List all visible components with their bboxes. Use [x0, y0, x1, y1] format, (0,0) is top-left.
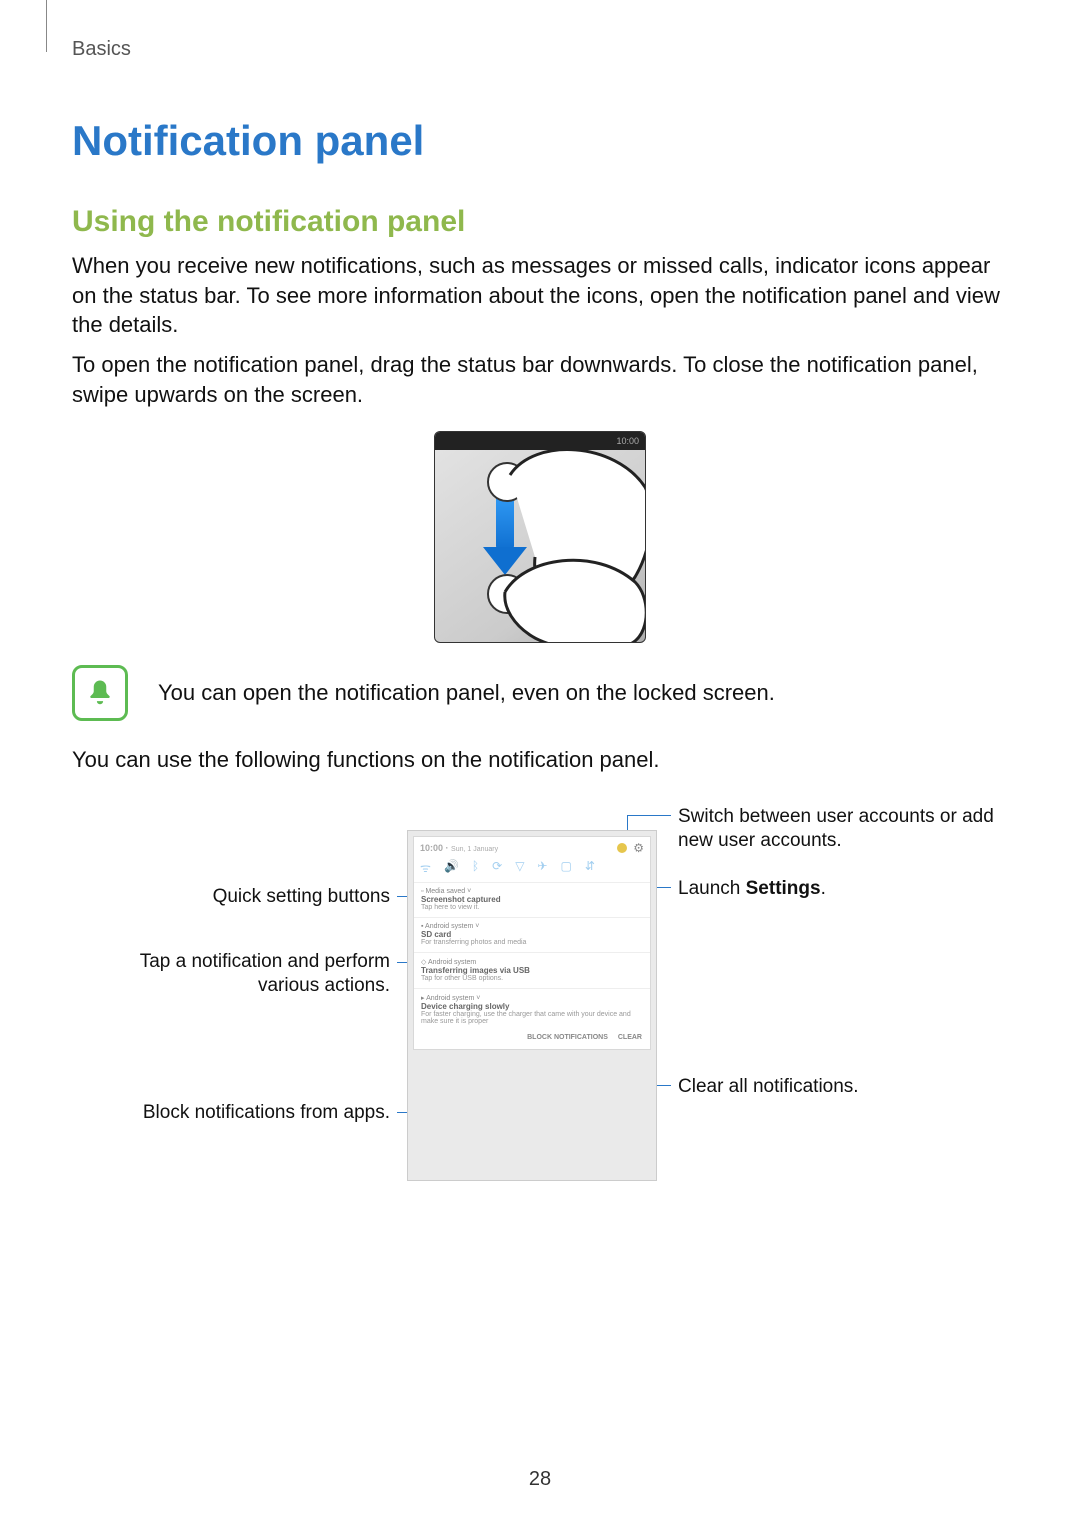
- notif-app: Media saved: [425, 888, 465, 895]
- notification-item[interactable]: ◇ Android system Transferring images via…: [414, 953, 650, 989]
- panel-time: 10:00 · Sun, 1 January: [420, 843, 498, 853]
- paragraph-intro-2: To open the notification panel, drag the…: [72, 350, 1008, 409]
- notif-title: Transferring images via USB: [421, 966, 643, 975]
- notif-app: Android system: [426, 995, 474, 1002]
- page-number: 28: [0, 1468, 1080, 1491]
- leader-line: [627, 815, 671, 816]
- panel-body: 10:00 · Sun, 1 January ⚙ ᯤ 🔊 ᛒ ⟳ ▽ ✈ ▢ ⇵: [413, 836, 651, 1050]
- panel-date: Sun, 1 January: [451, 846, 498, 853]
- callout-quick-settings: Quick setting buttons: [140, 885, 390, 909]
- notif-sub: Tap here to view it.: [421, 904, 643, 911]
- flashlight-icon[interactable]: ⇵: [585, 859, 595, 876]
- rotate-icon[interactable]: ⟳: [492, 859, 502, 876]
- panel-footer: BLOCK NOTIFICATIONS CLEAR: [414, 1031, 650, 1041]
- bell-icon: [72, 665, 128, 721]
- wifi-icon[interactable]: ᯤ: [420, 859, 431, 876]
- notif-app: Android system: [428, 959, 476, 966]
- notif-title: Screenshot captured: [421, 895, 643, 904]
- callout-launch-settings-post: .: [821, 878, 826, 899]
- notif-title: SD card: [421, 930, 643, 939]
- notif-app: Android system: [425, 923, 473, 930]
- quick-settings-row[interactable]: ᯤ 🔊 ᛒ ⟳ ▽ ✈ ▢ ⇵: [414, 855, 650, 883]
- panel-header: 10:00 · Sun, 1 January ⚙: [414, 837, 650, 855]
- gear-icon[interactable]: ⚙: [633, 841, 644, 855]
- page-content: Basics Notification panel Using the noti…: [0, 0, 1080, 1225]
- block-notifications-button[interactable]: BLOCK NOTIFICATIONS: [527, 1034, 608, 1041]
- notif-sub: Tap for other USB options.: [421, 975, 643, 982]
- callout-launch-settings-bold: Settings: [746, 878, 821, 899]
- paragraph-intro-1: When you receive new notifications, such…: [72, 251, 1008, 340]
- hand-illustration: [495, 447, 646, 643]
- power-icon[interactable]: ▢: [560, 859, 571, 876]
- sound-icon[interactable]: 🔊: [444, 859, 459, 876]
- callout-launch-settings-pre: Launch: [678, 878, 746, 899]
- section-label: Basics: [72, 38, 1008, 61]
- paragraph-functions-intro: You can use the following functions on t…: [72, 745, 1008, 775]
- swipe-down-figure: 10:00: [434, 431, 646, 643]
- callout-switch-users: Switch between user accounts or add new …: [678, 805, 998, 853]
- bluetooth-icon[interactable]: ᛒ: [472, 859, 479, 876]
- margin-rule: [46, 0, 47, 52]
- notif-title: Device charging slowly: [421, 1002, 643, 1011]
- notification-item[interactable]: ▫ Media saved ˅ Screenshot captured Tap …: [414, 883, 650, 918]
- airplane-icon[interactable]: ✈: [537, 859, 547, 876]
- panel-time-value: 10:00: [420, 843, 443, 853]
- callout-launch-settings: Launch Settings.: [678, 877, 826, 901]
- subsection-title: Using the notification panel: [72, 205, 1008, 239]
- callout-tap-notification: Tap a notification and perform various a…: [90, 950, 390, 998]
- clear-notifications-button[interactable]: CLEAR: [618, 1034, 642, 1041]
- notification-item[interactable]: ▸ Android system ˅ Device charging slowl…: [414, 989, 650, 1031]
- note-row: You can open the notification panel, eve…: [72, 665, 1008, 721]
- user-account-icon[interactable]: [617, 843, 627, 853]
- callout-block-notifications: Block notifications from apps.: [130, 1101, 390, 1125]
- page-title: Notification panel: [72, 117, 1008, 165]
- location-icon[interactable]: ▽: [515, 859, 524, 876]
- notif-sub: For transferring photos and media: [421, 939, 643, 946]
- notification-item[interactable]: ▪ Android system ˅ SD card For transferr…: [414, 918, 650, 953]
- notif-sub: For faster charging, use the charger tha…: [421, 1011, 643, 1025]
- notification-panel-diagram: Switch between user accounts or add new …: [72, 805, 1008, 1225]
- figure-status-time: 10:00: [616, 436, 639, 446]
- callout-clear-all: Clear all notifications.: [678, 1075, 859, 1099]
- note-text: You can open the notification panel, eve…: [158, 680, 775, 706]
- notification-panel-mock: 10:00 · Sun, 1 January ⚙ ᯤ 🔊 ᛒ ⟳ ▽ ✈ ▢ ⇵: [407, 830, 657, 1181]
